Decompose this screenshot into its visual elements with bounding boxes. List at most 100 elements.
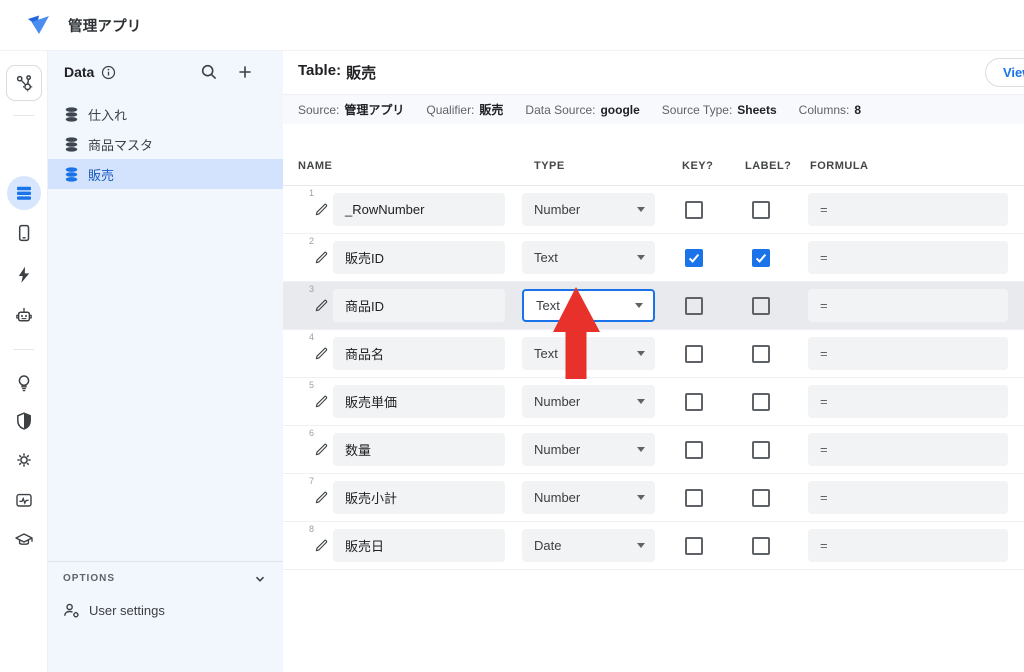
edit-column-button[interactable] [314, 442, 329, 457]
column-name-field[interactable]: 販売単価 [333, 385, 505, 418]
table-list-item[interactable]: 販売 [47, 159, 283, 189]
rail-divider [13, 349, 34, 350]
column-type-dropdown[interactable]: Text [522, 241, 655, 274]
key-checkbox[interactable] [685, 489, 703, 507]
top-bar: 管理アプリ [0, 0, 1024, 51]
table-list: 仕入れ商品マスタ販売 [47, 94, 283, 189]
column-header: NAME [298, 160, 332, 172]
label-checkbox[interactable] [752, 249, 770, 267]
formula-field[interactable]: = [808, 529, 1008, 562]
column-type-dropdown[interactable]: Number [522, 385, 655, 418]
edit-column-button[interactable] [314, 394, 329, 409]
edit-pencil-icon [314, 202, 329, 217]
column-row: 5 販売単価 Number = [283, 378, 1024, 426]
add-table-button[interactable] [237, 64, 253, 80]
monitor-pulse-icon [14, 490, 34, 510]
shield-icon [14, 411, 34, 431]
key-checkbox[interactable] [685, 393, 703, 411]
rail-divider [13, 115, 34, 116]
source-info-item: Source Type:Sheets [662, 103, 777, 117]
edit-column-button[interactable] [314, 202, 329, 217]
column-type-dropdown[interactable]: Number [522, 193, 655, 226]
formula-field[interactable]: = [808, 481, 1008, 514]
column-type-dropdown[interactable]: Number [522, 481, 655, 514]
label-checkbox[interactable] [752, 537, 770, 555]
column-type-dropdown[interactable]: Text [522, 337, 655, 370]
formula-field[interactable]: = [808, 241, 1008, 274]
search-icon [200, 63, 218, 81]
row-number: 6 [309, 428, 314, 438]
column-name-field[interactable]: 商品名 [333, 337, 505, 370]
column-name-field[interactable]: 販売小計 [333, 481, 505, 514]
view-button-label: View [1003, 65, 1024, 80]
rail-security-button[interactable] [7, 404, 41, 438]
label-checkbox[interactable] [752, 345, 770, 363]
row-number: 5 [309, 380, 314, 390]
key-checkbox[interactable] [685, 201, 703, 219]
rail-actions-button[interactable] [7, 258, 41, 292]
key-checkbox[interactable] [685, 537, 703, 555]
key-checkbox[interactable] [685, 441, 703, 459]
user-settings-item[interactable]: User settings [47, 595, 283, 625]
edit-pencil-icon [314, 442, 329, 457]
rail-data-button[interactable] [7, 176, 41, 210]
formula-field[interactable]: = [808, 385, 1008, 418]
row-number: 3 [309, 284, 314, 294]
column-type-value: Text [536, 298, 560, 313]
label-checkbox[interactable] [752, 393, 770, 411]
formula-field[interactable]: = [808, 433, 1008, 466]
checkmark-icon [754, 251, 768, 265]
table-header: Table: 販売 View [283, 50, 1024, 94]
column-name-field[interactable]: 販売日 [333, 529, 505, 562]
column-type-dropdown[interactable]: Text [522, 289, 655, 322]
key-checkbox[interactable] [685, 297, 703, 315]
data-panel-header: Data [47, 50, 283, 94]
column-type-dropdown[interactable]: Date [522, 529, 655, 562]
rail-intelligence-button[interactable] [7, 366, 41, 400]
source-info-item: Qualifier:販売 [426, 101, 503, 118]
column-name-field[interactable]: 販売ID [333, 241, 505, 274]
rail-app-views-button[interactable] [7, 216, 41, 250]
column-type-value: Number [534, 202, 580, 217]
dropdown-caret-icon [637, 399, 645, 404]
formula-field[interactable]: = [808, 337, 1008, 370]
rail-workflow-gear-button[interactable] [6, 65, 42, 101]
column-name-field[interactable]: _RowNumber [333, 193, 505, 226]
view-button[interactable]: View [985, 58, 1024, 87]
formula-field[interactable]: = [808, 193, 1008, 226]
table-list-item[interactable]: 商品マスタ [47, 129, 283, 159]
column-name-field[interactable]: 商品ID [333, 289, 505, 322]
table-list-item[interactable]: 仕入れ [47, 99, 283, 129]
column-type-dropdown[interactable]: Number [522, 433, 655, 466]
edit-column-button[interactable] [314, 538, 329, 553]
column-row: 6 数量 Number = [283, 426, 1024, 474]
key-checkbox[interactable] [685, 345, 703, 363]
checkmark-icon [687, 251, 701, 265]
edit-column-button[interactable] [314, 298, 329, 313]
dropdown-caret-icon [637, 207, 645, 212]
label-checkbox[interactable] [752, 201, 770, 219]
key-checkbox[interactable] [685, 249, 703, 267]
data-panel: Data 仕入れ商品マスタ販売 OPTIONS [47, 50, 283, 672]
column-row: 7販売小計Number= [283, 474, 1024, 522]
rail-settings-button[interactable] [7, 443, 41, 477]
label-checkbox[interactable] [752, 441, 770, 459]
options-header[interactable]: OPTIONS [47, 562, 283, 595]
label-checkbox[interactable] [752, 489, 770, 507]
workflow-gear-icon [14, 73, 34, 93]
label-checkbox[interactable] [752, 297, 770, 315]
column-type-value: Date [534, 538, 561, 553]
info-icon[interactable] [101, 65, 116, 80]
formula-field[interactable]: = [808, 289, 1008, 322]
rail-manage-button[interactable] [7, 483, 41, 517]
edit-column-button[interactable] [314, 490, 329, 505]
search-tables-button[interactable] [200, 63, 218, 81]
edit-column-button[interactable] [314, 250, 329, 265]
options-section: OPTIONS User settings [47, 561, 283, 625]
rail-learn-button[interactable] [7, 523, 41, 557]
edit-column-button[interactable] [314, 346, 329, 361]
column-name-field[interactable]: 数量 [333, 433, 505, 466]
rail-automation-button[interactable] [7, 299, 41, 333]
nav-rail [0, 50, 48, 672]
appsheet-logo-icon[interactable] [25, 13, 51, 38]
